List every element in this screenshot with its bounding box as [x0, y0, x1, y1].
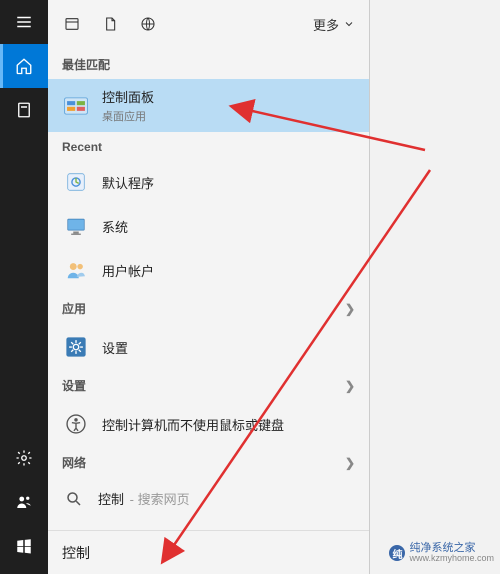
recent-item-default-programs[interactable]: 默认程序	[48, 160, 369, 204]
chevron-right-icon: ❯	[345, 456, 355, 470]
results-content: 最佳匹配 控制面板 桌面应用 Recent 默认程序 系统	[48, 48, 369, 530]
recent-header: Recent	[48, 132, 369, 160]
chevron-right-icon: ❯	[345, 302, 355, 316]
watermark-logo-icon: 纯	[389, 545, 405, 561]
watermark-url: www.kzmyhome.com	[409, 554, 494, 564]
web-search-suffix: - 搜索网页	[126, 492, 190, 507]
settings-button[interactable]	[0, 436, 48, 480]
filter-apps-button[interactable]	[62, 14, 82, 34]
best-match-item[interactable]: 控制面板 桌面应用	[48, 79, 369, 132]
category-apps[interactable]: 应用 ❯	[48, 292, 369, 325]
window-icon	[64, 16, 80, 32]
desktop-area[interactable]	[370, 0, 500, 574]
search-input[interactable]	[62, 545, 355, 561]
doc-icon	[15, 101, 33, 119]
system-icon	[62, 212, 90, 240]
setting-item-label: 控制计算机而不使用鼠标或键盘	[102, 415, 284, 434]
people-icon	[15, 493, 33, 511]
home-button[interactable]	[0, 44, 48, 88]
start-button[interactable]	[0, 524, 48, 568]
app-item-settings[interactable]: 设置	[48, 325, 369, 369]
best-match-header: 最佳匹配	[48, 48, 369, 79]
globe-icon	[140, 16, 156, 32]
filter-web-button[interactable]	[138, 14, 158, 34]
web-search-prefix: 控制	[98, 492, 124, 507]
hamburger-menu[interactable]	[0, 0, 48, 44]
home-icon	[15, 57, 33, 75]
more-label: 更多	[313, 15, 339, 34]
document-icon	[102, 16, 118, 32]
people-button[interactable]	[0, 480, 48, 524]
start-sidebar	[0, 0, 48, 574]
web-search-item[interactable]: 控制 - 搜索网页	[48, 479, 369, 519]
doc-button[interactable]	[0, 88, 48, 132]
search-footer	[48, 530, 369, 574]
hamburger-icon	[15, 13, 33, 31]
best-match-subtitle: 桌面应用	[102, 108, 154, 124]
recent-item-system[interactable]: 系统	[48, 204, 369, 248]
app-item-label: 设置	[102, 338, 128, 357]
category-network[interactable]: 网络 ❯	[48, 446, 369, 479]
default-programs-icon	[62, 168, 90, 196]
best-match-title: 控制面板	[102, 87, 154, 106]
category-settings[interactable]: 设置 ❯	[48, 369, 369, 402]
panel-topbar: 更多	[48, 0, 369, 48]
category-label: 设置	[62, 377, 86, 394]
setting-item-control-without-mouse[interactable]: 控制计算机而不使用鼠标或键盘	[48, 402, 369, 446]
user-accounts-icon	[62, 256, 90, 284]
search-icon	[62, 487, 86, 511]
chevron-down-icon	[343, 18, 355, 30]
category-label: 网络	[62, 454, 86, 471]
filter-docs-button[interactable]	[100, 14, 120, 34]
category-label: 应用	[62, 300, 86, 317]
watermark: 纯 纯净系统之家 www.kzmyhome.com	[389, 542, 494, 564]
search-panel: 更多 最佳匹配 控制面板 桌面应用 Recent 默认程序 系统	[48, 0, 370, 574]
gear-icon	[15, 449, 33, 467]
recent-item-label: 用户帐户	[102, 261, 154, 280]
recent-item-label: 默认程序	[102, 173, 154, 192]
windows-icon	[15, 537, 33, 555]
more-button[interactable]: 更多	[313, 15, 355, 34]
chevron-right-icon: ❯	[345, 379, 355, 393]
settings-app-icon	[62, 333, 90, 361]
recent-item-user-accounts[interactable]: 用户帐户	[48, 248, 369, 292]
control-panel-icon	[62, 92, 90, 120]
recent-item-label: 系统	[102, 217, 128, 236]
accessibility-icon	[62, 410, 90, 438]
